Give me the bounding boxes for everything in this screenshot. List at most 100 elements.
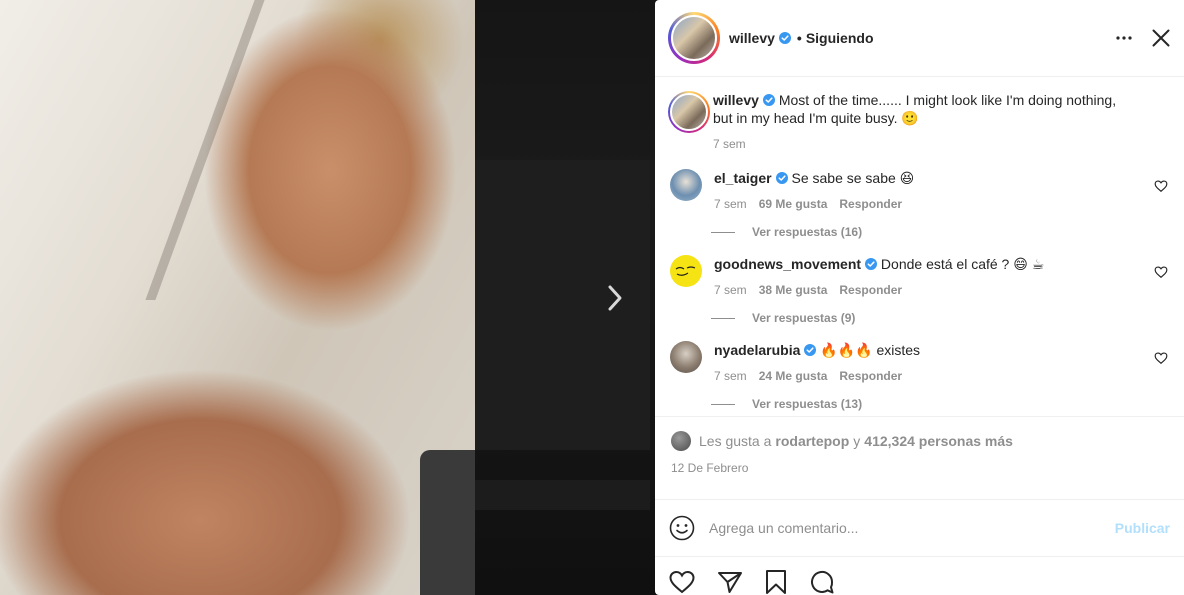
likes-section: Les gusta a rodartepop y 412,324 persona… — [655, 417, 1184, 500]
post-photo[interactable] — [0, 0, 475, 595]
comment-text: Donde está el café ? — [880, 256, 1010, 272]
more-options-button[interactable] — [1116, 36, 1132, 40]
replies-divider — [711, 317, 735, 319]
reply-button[interactable]: Responder — [839, 195, 902, 213]
heart-icon — [1154, 266, 1168, 279]
comment-meta: 7 sem 38 Me gusta Responder — [714, 281, 1154, 299]
chevron-right-icon — [608, 285, 622, 311]
smiley-icon — [669, 515, 695, 541]
replies-divider — [711, 403, 735, 405]
comment-meta: 7 sem 69 Me gusta Responder — [714, 195, 1154, 213]
heart-icon — [1154, 352, 1168, 365]
comment-item: goodnews_movement Donde está el café ? 😄… — [668, 255, 1168, 325]
caption-username[interactable]: willevy — [713, 92, 759, 108]
heart-icon — [669, 570, 695, 594]
reply-button[interactable]: Responder — [839, 281, 902, 299]
post-date[interactable]: 12 De Febrero — [671, 461, 1168, 475]
post-header: willevy • Siguiendo — [655, 0, 1184, 77]
liker-username[interactable]: rodartepop — [775, 433, 849, 449]
comment-username[interactable]: el_taiger — [714, 170, 772, 186]
likes-summary[interactable]: Les gusta a rodartepop y 412,324 persona… — [671, 431, 1168, 451]
reply-button[interactable]: Responder — [839, 367, 902, 385]
save-button[interactable] — [765, 569, 787, 595]
comment-meta: 7 sem 24 Me gusta Responder — [714, 367, 1154, 385]
header-actions — [1116, 29, 1170, 47]
caption-time[interactable]: 7 sem — [713, 135, 746, 153]
comment-button[interactable] — [809, 569, 835, 595]
like-button[interactable] — [669, 570, 695, 594]
publish-button[interactable]: Publicar — [1115, 520, 1170, 536]
comment-likes[interactable]: 24 Me gusta — [759, 367, 828, 385]
comment-time[interactable]: 7 sem — [714, 367, 747, 385]
comment-input[interactable] — [709, 520, 1115, 536]
comment-username[interactable]: nyadelarubia — [714, 342, 800, 358]
paper-plane-icon — [718, 572, 742, 593]
close-icon — [1152, 29, 1170, 47]
goodnews-logo-icon — [675, 266, 696, 276]
add-comment-form: Publicar — [655, 500, 1184, 557]
emoji-picker-button[interactable] — [669, 515, 695, 541]
comment-username[interactable]: goodnews_movement — [714, 256, 861, 272]
like-comment-button[interactable] — [1154, 265, 1168, 279]
share-button[interactable] — [717, 570, 743, 594]
like-comment-button[interactable] — [1154, 179, 1168, 193]
verified-badge-icon — [778, 32, 791, 44]
more-horizontal-icon — [1116, 36, 1132, 40]
heart-icon — [1154, 180, 1168, 193]
author-avatar[interactable] — [668, 12, 720, 64]
comment-emoji: 😆 — [899, 170, 915, 186]
caption-meta: 7 sem — [713, 135, 1128, 153]
post-detail-panel: willevy • Siguiendo willevy Most of the … — [655, 0, 1184, 595]
next-slide-button[interactable] — [598, 280, 632, 316]
commenter-avatar[interactable] — [670, 169, 702, 201]
comment-body: goodnews_movement Donde está el café ? 😄… — [714, 255, 1154, 299]
commenter-avatar[interactable] — [670, 255, 702, 287]
view-replies-button[interactable]: Ver respuestas (9) — [711, 311, 1168, 325]
view-replies-label: Ver respuestas (13) — [752, 397, 863, 411]
background-bar — [475, 480, 650, 510]
author-avatar-image — [671, 15, 717, 61]
photo-device — [420, 450, 475, 595]
view-replies-label: Ver respuestas (9) — [752, 311, 856, 325]
author-info: willevy • Siguiendo — [729, 30, 874, 46]
post-caption: willevy Most of the time...... I might l… — [668, 91, 1168, 153]
following-button[interactable]: Siguiendo — [806, 30, 874, 46]
commenter-avatar[interactable] — [670, 341, 702, 373]
comment-text: Se sabe se sabe — [791, 170, 896, 186]
post-actions — [655, 557, 1184, 595]
caption-avatar-image — [670, 93, 708, 131]
header-separator: • — [796, 30, 802, 46]
comment-item: el_taiger Se sabe se sabe 😆 7 sem 69 Me … — [668, 169, 1168, 239]
comment-text: existes — [876, 342, 921, 358]
caption-emoji: 🙂 — [901, 110, 919, 126]
speech-bubble-icon — [811, 570, 834, 594]
replies-divider — [711, 231, 735, 233]
author-username[interactable]: willevy — [729, 30, 775, 46]
bookmark-icon — [766, 570, 786, 594]
photo-window-frame — [0, 0, 265, 300]
view-replies-label: Ver respuestas (16) — [752, 225, 863, 239]
verified-badge-icon — [804, 344, 817, 356]
likes-count[interactable]: 412,324 personas más — [864, 433, 1013, 449]
likes-conjunction: y — [853, 433, 861, 449]
like-comment-button[interactable] — [1154, 351, 1168, 365]
verified-badge-icon — [762, 94, 775, 106]
comment-time[interactable]: 7 sem — [714, 195, 747, 213]
comment-likes[interactable]: 69 Me gusta — [759, 195, 828, 213]
close-button[interactable] — [1152, 29, 1170, 47]
comment-likes[interactable]: 38 Me gusta — [759, 281, 828, 299]
caption-avatar[interactable] — [668, 91, 710, 133]
view-replies-button[interactable]: Ver respuestas (13) — [711, 397, 1168, 411]
liker-avatar[interactable] — [671, 431, 691, 451]
comment-emoji: 😄 ☕ — [1013, 256, 1045, 272]
likes-prefix: Les gusta a — [699, 433, 772, 449]
comment-emoji: 🔥🔥🔥 — [820, 342, 873, 358]
verified-badge-icon — [865, 258, 878, 270]
comment-time[interactable]: 7 sem — [714, 281, 747, 299]
comments-list[interactable]: willevy Most of the time...... I might l… — [655, 77, 1184, 417]
caption-body: willevy Most of the time...... I might l… — [713, 91, 1168, 153]
comment-item: nyadelarubia 🔥🔥🔥 existes 7 sem 24 Me gus… — [668, 341, 1168, 411]
comment-body: el_taiger Se sabe se sabe 😆 7 sem 69 Me … — [714, 169, 1154, 213]
verified-badge-icon — [775, 172, 788, 184]
view-replies-button[interactable]: Ver respuestas (16) — [711, 225, 1168, 239]
